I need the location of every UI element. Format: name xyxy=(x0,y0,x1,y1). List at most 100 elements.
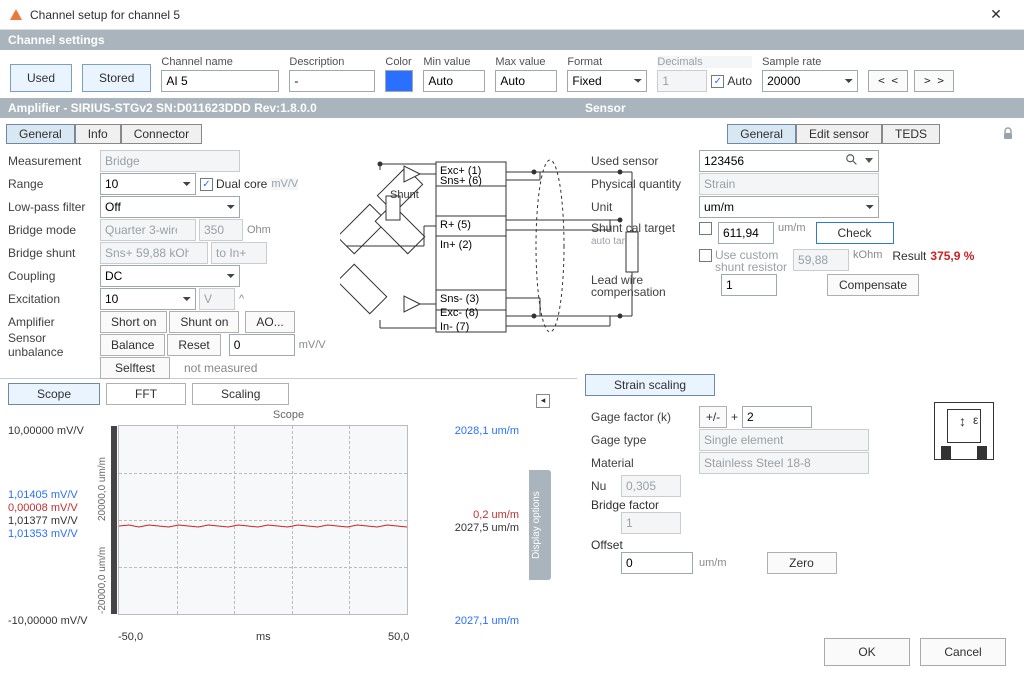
display-options-tab[interactable]: Display options xyxy=(529,470,551,580)
strain-gauge-icon: ↕ ε xyxy=(934,402,994,460)
ok-button[interactable]: OK xyxy=(824,638,910,666)
bridge-mode-select: Quarter 3-wire xyxy=(100,219,196,241)
measurement-label: Measurement xyxy=(8,154,100,168)
lead-wire-input[interactable] xyxy=(721,274,777,296)
shunt-on-button[interactable]: Shunt on xyxy=(169,311,239,333)
y-inner-1: 0,00008 mV/V xyxy=(8,502,78,514)
sensor-tab-edit[interactable]: Edit sensor xyxy=(796,124,882,144)
material-label: Material xyxy=(591,456,699,470)
short-on-button[interactable]: Short on xyxy=(100,311,167,333)
decimals-label: Decimals xyxy=(657,56,752,68)
unbalance-value-input[interactable] xyxy=(229,334,295,356)
auto-target-checkbox[interactable] xyxy=(699,222,712,235)
close-icon[interactable]: ✕ xyxy=(976,6,1016,23)
tab-info[interactable]: Info xyxy=(75,124,121,144)
lpf-label: Low-pass filter xyxy=(8,200,100,214)
gage-factor-input[interactable] xyxy=(742,406,812,428)
description-input[interactable] xyxy=(289,70,375,92)
coupling-select[interactable]: DC xyxy=(100,265,240,287)
shunt-target-input[interactable] xyxy=(718,222,774,244)
lock-icon[interactable] xyxy=(1000,126,1016,142)
description-label: Description xyxy=(289,56,375,68)
collapse-button[interactable]: ◂ xyxy=(536,394,550,408)
gage-sign: + xyxy=(731,410,738,424)
custom-shunt-checkbox[interactable] xyxy=(699,249,712,262)
max-value-label: Max value xyxy=(495,56,557,68)
check-button[interactable]: Check xyxy=(816,222,894,244)
y-inner-3: 1,01353 mV/V xyxy=(8,528,78,540)
custom-shunt-unit: kOhm xyxy=(853,249,882,261)
gage-type-select: Single element xyxy=(699,429,869,451)
bridge-shunt-dir-select: to In+ xyxy=(211,242,267,264)
strain-scaling-tab[interactable]: Strain scaling xyxy=(585,374,715,396)
reset-button[interactable]: Reset xyxy=(167,334,220,356)
tab-connector[interactable]: Connector xyxy=(121,124,202,144)
result-label: Result xyxy=(892,249,926,263)
y-bottom-label: -10,00000 mV/V xyxy=(8,615,88,627)
svg-text:Exc- (8): Exc- (8) xyxy=(440,307,479,319)
format-select[interactable]: Fixed xyxy=(567,70,647,92)
scaling-tab[interactable]: Scaling xyxy=(192,383,289,405)
offset-input[interactable] xyxy=(621,552,693,574)
material-select: Stainless Steel 18-8 xyxy=(699,452,869,474)
search-icon[interactable] xyxy=(845,153,859,167)
svg-text:Sns- (3): Sns- (3) xyxy=(440,293,479,305)
dual-core-checkbox[interactable]: ✓Dual core xyxy=(200,177,267,191)
channel-name-label: Channel name xyxy=(161,56,279,68)
window-title: Channel setup for channel 5 xyxy=(30,8,976,22)
y-top-label: 10,00000 mV/V xyxy=(8,425,84,437)
format-label: Format xyxy=(567,56,647,68)
color-swatch[interactable] xyxy=(385,70,413,92)
min-value-label: Min value xyxy=(423,56,485,68)
prev-channel-button[interactable]: < < xyxy=(868,70,908,92)
result-value: 375,9 % xyxy=(930,249,974,263)
bridge-factor-input xyxy=(621,512,681,534)
sensor-dropdown-icon[interactable] xyxy=(865,158,873,163)
sample-rate-select[interactable]: 20000 xyxy=(762,70,858,92)
y-inner-2: 1,01377 mV/V xyxy=(8,515,78,527)
titlebar: Channel setup for channel 5 ✕ xyxy=(0,0,1024,30)
decimals-input xyxy=(657,70,707,92)
next-channel-button[interactable]: > > xyxy=(914,70,954,92)
shunt-target-unit: um/m xyxy=(778,222,806,234)
tab-general[interactable]: General xyxy=(6,124,75,144)
min-value-input[interactable] xyxy=(423,70,485,92)
lpf-select[interactable]: Off xyxy=(100,196,240,218)
svg-text:Shunt: Shunt xyxy=(390,189,419,201)
offset-label: Offset xyxy=(591,538,623,552)
selftest-status: not measured xyxy=(184,361,257,375)
svg-text:R+ (5): R+ (5) xyxy=(440,219,471,231)
scope-tab[interactable]: Scope xyxy=(8,383,100,405)
stored-button[interactable]: Stored xyxy=(82,64,151,92)
phys-qty-select: Strain xyxy=(699,173,879,195)
zero-button[interactable]: Zero xyxy=(767,552,837,574)
channel-name-input[interactable] xyxy=(161,70,279,92)
channel-settings-header: Channel settings xyxy=(0,30,1024,50)
y2-top: 20000,0 um/m xyxy=(97,457,108,521)
range-select[interactable]: 10 xyxy=(100,173,196,195)
gage-factor-label: Gage factor (k) xyxy=(591,410,699,424)
sensor-tab-teds[interactable]: TEDS xyxy=(882,124,940,144)
coupling-label: Coupling xyxy=(8,269,100,283)
amplifier-label: Amplifier xyxy=(8,315,100,329)
auto-decimals-checkbox[interactable]: ✓Auto xyxy=(711,74,752,88)
balance-button[interactable]: Balance xyxy=(100,334,165,356)
gage-factor-sign-button[interactable]: +/- xyxy=(699,406,727,428)
nu-input xyxy=(621,475,681,497)
excitation-select[interactable]: 10 xyxy=(100,288,196,310)
scope-chart: Scope 10,00000 mV/V -10,00000 mV/V 1,014… xyxy=(8,409,569,645)
cancel-button[interactable]: Cancel xyxy=(920,638,1006,666)
gage-type-label: Gage type xyxy=(591,433,699,447)
nu-label: Nu xyxy=(591,479,621,493)
sensor-tab-general[interactable]: General xyxy=(727,124,796,144)
unit-select[interactable]: um/m xyxy=(699,196,879,218)
max-value-input[interactable] xyxy=(495,70,557,92)
used-button[interactable]: Used xyxy=(10,64,72,92)
sample-rate-label: Sample rate xyxy=(762,56,858,68)
channel-settings-row: Used Stored Channel name Description Col… xyxy=(0,50,1024,98)
fft-tab[interactable]: FFT xyxy=(106,383,186,405)
compensate-button[interactable]: Compensate xyxy=(827,274,919,296)
ao-button[interactable]: AO... xyxy=(245,311,294,333)
color-label: Color xyxy=(385,56,413,68)
selftest-button[interactable]: Selftest xyxy=(100,357,170,379)
